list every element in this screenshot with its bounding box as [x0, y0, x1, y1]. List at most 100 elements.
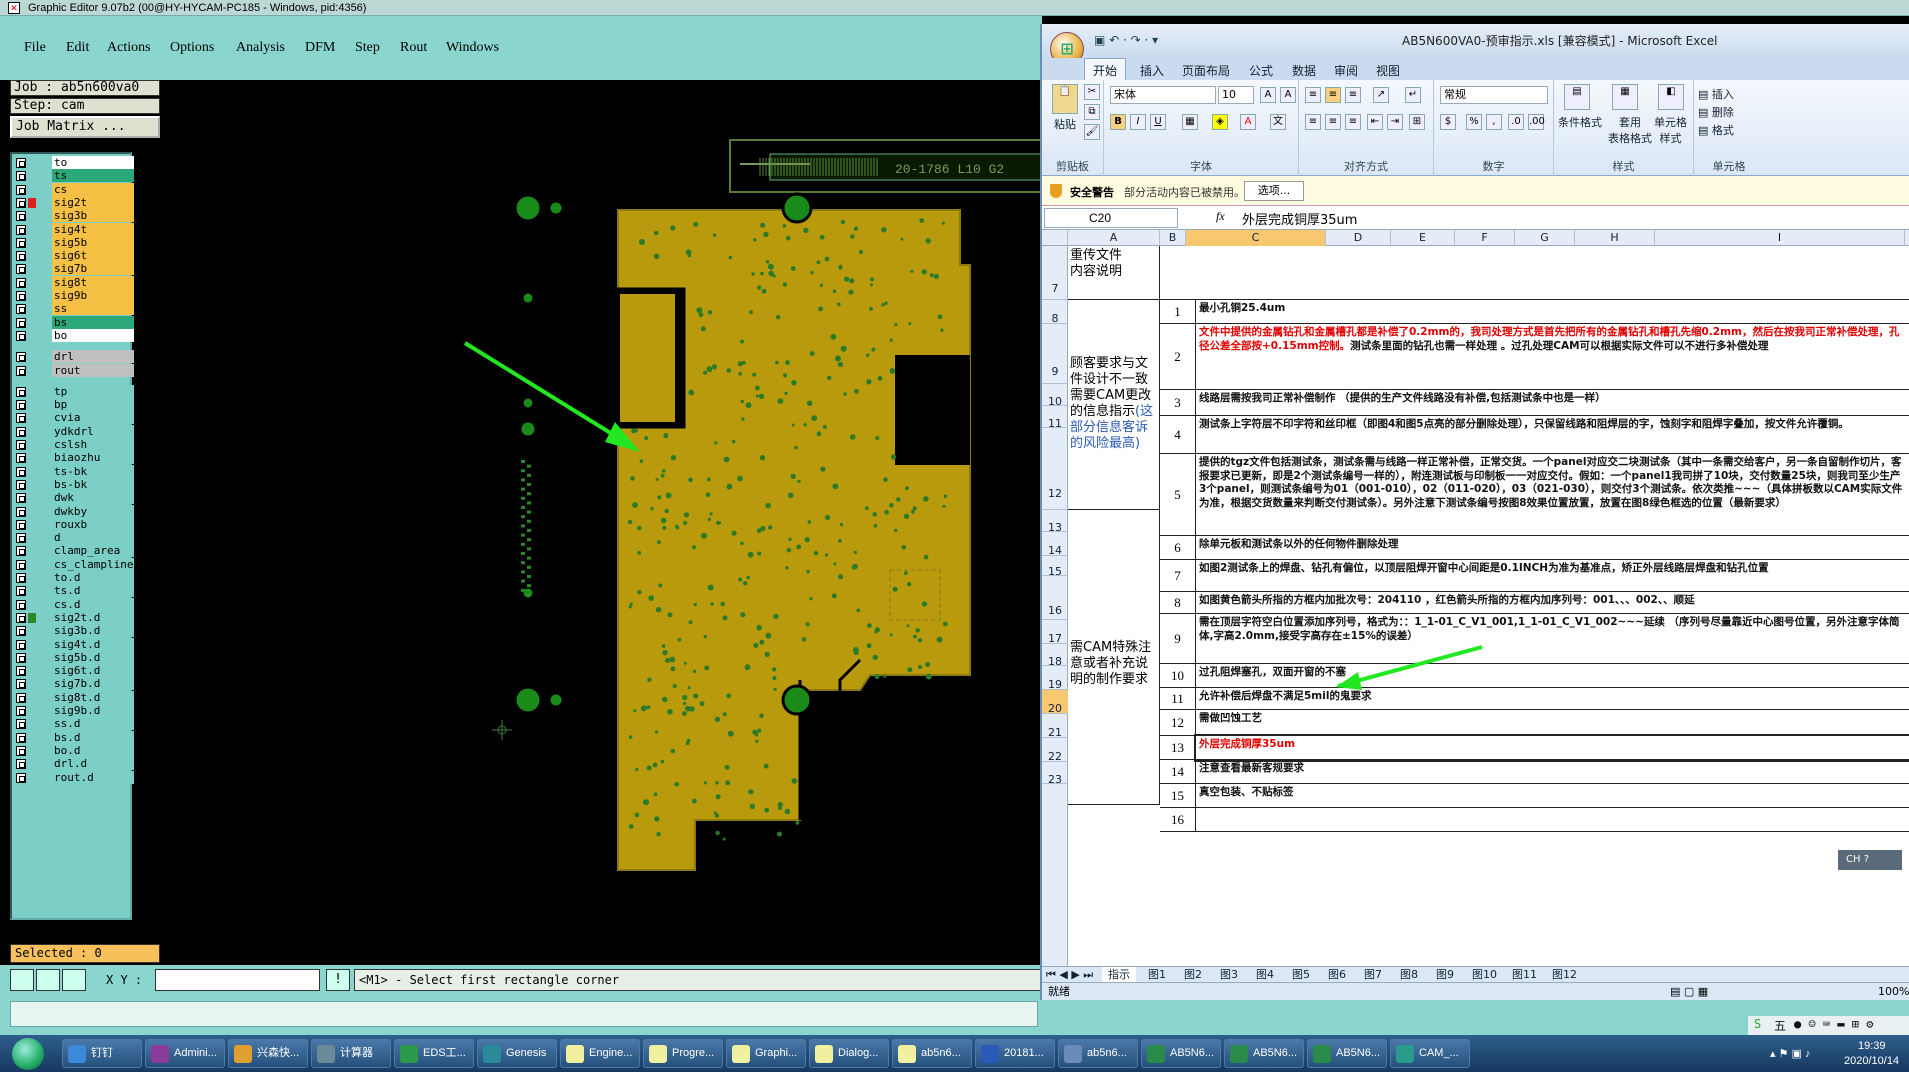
column-header-d[interactable]: D: [1326, 230, 1391, 246]
taskbar-item[interactable]: Genesis: [477, 1039, 557, 1068]
layer-checkbox[interactable]: [16, 251, 26, 262]
menu-options[interactable]: Options: [170, 40, 214, 56]
layer-name[interactable]: ss: [52, 302, 134, 316]
item-number[interactable]: 8: [1160, 592, 1196, 614]
layer-checkbox[interactable]: [16, 264, 26, 275]
column-header-b[interactable]: B: [1160, 230, 1186, 246]
layer-row-ydkdrl[interactable]: ydkdrl: [14, 424, 134, 438]
layer-row-sig7b[interactable]: sig7b: [14, 262, 134, 276]
layer-row-to[interactable]: to: [14, 156, 134, 169]
taskbar-item[interactable]: AB5N6...: [1141, 1039, 1221, 1068]
item-number[interactable]: 5: [1160, 454, 1196, 536]
layer-checkbox[interactable]: [16, 211, 26, 222]
cut-icon[interactable]: ✂: [1084, 84, 1100, 100]
hint-button[interactable]: !: [326, 969, 350, 991]
layer-row-bs-bk[interactable]: bs-bk: [14, 477, 134, 491]
menu-rout[interactable]: Rout: [400, 40, 427, 56]
tab-formulas[interactable]: 公式: [1249, 62, 1273, 79]
menu-dfm[interactable]: DFM: [305, 40, 335, 56]
grow-font-icon[interactable]: A: [1260, 87, 1276, 103]
item-text[interactable]: 需做凹蚀工艺: [1196, 710, 1909, 736]
tab-home[interactable]: 开始: [1084, 58, 1127, 80]
taskbar-item[interactable]: AB5N6...: [1224, 1039, 1304, 1068]
layer-checkbox[interactable]: [16, 400, 26, 411]
item-number[interactable]: 1: [1160, 300, 1196, 324]
layer-row-sig6t-d[interactable]: sig6t.d: [14, 664, 134, 678]
layer-checkbox[interactable]: [16, 533, 26, 544]
column-header-a[interactable]: A: [1068, 230, 1160, 246]
item-number[interactable]: 7: [1160, 560, 1196, 592]
layer-checkbox[interactable]: [16, 158, 26, 168]
layer-row-sig3b[interactable]: sig3b: [14, 209, 134, 223]
layer-row-bs-d[interactable]: bs.d: [14, 730, 134, 744]
layer-checkbox[interactable]: [16, 365, 26, 376]
phonetic-icon[interactable]: 文: [1270, 114, 1286, 130]
taskbar-item[interactable]: EDS工...: [394, 1039, 474, 1068]
layer-name[interactable]: sig9b: [52, 289, 134, 302]
menu-file[interactable]: File: [24, 40, 46, 56]
layer-name[interactable]: sig2t: [52, 195, 134, 209]
layer-checkbox[interactable]: [16, 666, 26, 677]
layer-row-d[interactable]: d: [14, 531, 134, 545]
item-number[interactable]: 4: [1160, 416, 1196, 454]
xy-input[interactable]: [155, 969, 320, 991]
layer-checkbox[interactable]: [16, 184, 26, 195]
row-header-10[interactable]: 10: [1042, 384, 1068, 408]
decrease-indent-icon[interactable]: ⇤: [1367, 114, 1383, 130]
format-cells-button[interactable]: ▤ 格式: [1698, 122, 1734, 138]
layer-name[interactable]: drl: [52, 350, 134, 364]
start-button[interactable]: [2, 1035, 58, 1072]
taskbar-item[interactable]: ab5n6...: [1058, 1039, 1138, 1068]
item-number[interactable]: 6: [1160, 536, 1196, 560]
item-number[interactable]: 15: [1160, 784, 1196, 808]
layer-name[interactable]: clamp_area: [52, 544, 134, 558]
layer-row-sig6t[interactable]: sig6t: [14, 249, 134, 263]
tab-page-layout[interactable]: 页面布局: [1182, 62, 1230, 79]
layer-row-ts-d[interactable]: ts.d: [14, 584, 134, 598]
column-header-h[interactable]: H: [1575, 230, 1655, 246]
sheet-nav-icon[interactable]: ⏮ ◀ ▶ ⏭: [1046, 967, 1093, 982]
align-right-icon[interactable]: ≡: [1345, 114, 1361, 130]
layer-row-sig4t-d[interactable]: sig4t.d: [14, 637, 134, 651]
decrease-decimal-icon[interactable]: .00: [1528, 114, 1545, 130]
layer-name[interactable]: bs-bk: [52, 477, 134, 491]
layer-row-ss[interactable]: ss: [14, 302, 134, 316]
row-header-8[interactable]: 8: [1042, 300, 1068, 325]
row-header-21[interactable]: 21: [1042, 714, 1068, 739]
layer-checkbox[interactable]: [16, 519, 26, 530]
bold-icon[interactable]: B: [1110, 114, 1126, 130]
layer-row-ts[interactable]: ts: [14, 169, 134, 183]
layer-row-sig9b-d[interactable]: sig9b.d: [14, 704, 134, 717]
layer-row-rouxb[interactable]: rouxb: [14, 517, 134, 531]
taskbar-item[interactable]: AB5N6...: [1307, 1039, 1387, 1068]
item-text[interactable]: 如图2测试条上的焊盘、钻孔有偏位，以顶层阻焊开窗中心间距是0.1INCH为准为基…: [1196, 560, 1909, 592]
item-text[interactable]: 允许补偿后焊盘不满足5mil的鬼要求: [1196, 688, 1909, 710]
security-options-button[interactable]: 选项...: [1244, 181, 1304, 201]
item-number[interactable]: 2: [1160, 324, 1196, 390]
align-center-icon[interactable]: ≡: [1325, 114, 1341, 130]
layer-checkbox[interactable]: [16, 479, 26, 490]
ime-badge[interactable]: CH ?: [1838, 850, 1902, 870]
format-painter-icon[interactable]: 🖌: [1084, 124, 1100, 140]
conditional-format-icon[interactable]: ▤: [1564, 84, 1590, 110]
layer-checkbox[interactable]: [16, 466, 26, 477]
layer-row-sig5b[interactable]: sig5b: [14, 235, 134, 249]
align-top-icon[interactable]: ≡: [1305, 87, 1321, 103]
fx-icon[interactable]: fx: [1216, 209, 1225, 224]
select-all-corner[interactable]: [1042, 230, 1068, 246]
layer-checkbox[interactable]: [16, 706, 26, 716]
layer-checkbox[interactable]: [16, 352, 26, 363]
border-icon[interactable]: ▦: [1182, 114, 1198, 130]
font-size-select[interactable]: 10: [1218, 86, 1254, 104]
shrink-font-icon[interactable]: A: [1280, 87, 1296, 103]
ime-mode[interactable]: 五: [1774, 1017, 1786, 1034]
layer-row-to-d[interactable]: to.d: [14, 571, 134, 584]
item-number[interactable]: 3: [1160, 390, 1196, 416]
help-icon[interactable]: ?: [1864, 854, 1869, 865]
view-buttons[interactable]: ▤ ▢ ▦: [1670, 983, 1708, 1001]
layer-name[interactable]: sig5b.d: [52, 650, 134, 664]
layer-name[interactable]: sig2t.d: [52, 610, 134, 624]
item-number[interactable]: 11: [1160, 688, 1196, 710]
layer-checkbox[interactable]: [16, 612, 26, 623]
layer-name[interactable]: sig8t: [52, 275, 134, 289]
